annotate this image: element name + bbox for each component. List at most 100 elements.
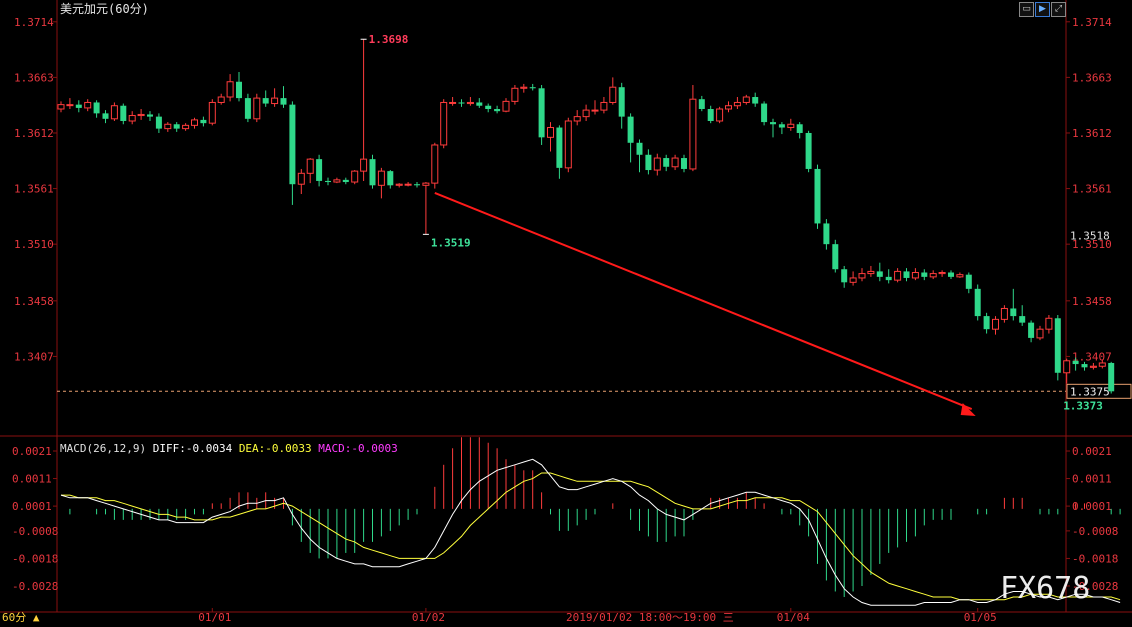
candle-body — [733, 101, 741, 107]
macd-tick-right: -0.0008 — [1072, 525, 1118, 538]
candle-body — [1036, 328, 1044, 339]
candle-body — [573, 116, 581, 122]
macd-tick-right: 0.0021 — [1072, 445, 1112, 458]
candle-body — [280, 98, 287, 105]
trend-arrow-head — [960, 403, 976, 417]
candle-body — [956, 274, 964, 278]
candle-body — [369, 159, 376, 186]
macd-header-part: DEA:-0.0033 — [239, 442, 318, 455]
candle-body — [1108, 362, 1115, 392]
candle-body — [832, 244, 839, 270]
candle-body — [752, 97, 759, 104]
candle-body — [1054, 318, 1061, 373]
end-low-annotation: 1.3373 — [1063, 399, 1103, 412]
candle-body — [262, 98, 269, 104]
candle-body — [618, 87, 625, 117]
candle-body — [164, 123, 172, 130]
candle-body — [1010, 308, 1017, 317]
candle-body — [582, 109, 590, 118]
macd-header-part: MACD:-0.0003 — [318, 442, 397, 455]
price-tick-left: 1.3612 — [14, 127, 54, 140]
expand-icon[interactable]: ⤢ — [1051, 2, 1066, 17]
chart-canvas: 美元加元(60分) 1.3714 1.3714 1.3663 1.3663 1.3612 1… — [0, 0, 1132, 624]
macd-tick-left: -0.0008 — [12, 525, 58, 538]
price-tick-left: 1.3663 — [14, 71, 54, 84]
watermark-logo: FX678 — [1000, 571, 1090, 606]
price-tick-right: 1.3714 — [1072, 16, 1112, 29]
candle-body — [911, 272, 919, 279]
candle-body — [57, 104, 65, 110]
x-tick-label: 01/02 — [412, 611, 445, 623]
macd-tick-right: 0.0011 — [1072, 473, 1112, 486]
box-icon[interactable]: ▭ — [1019, 2, 1034, 17]
candle-body — [681, 158, 687, 169]
candle-body — [1045, 317, 1053, 330]
candle-body — [761, 103, 768, 123]
candlestick-chart[interactable]: 美元加元(60分) 1.3714 1.3714 1.3663 1.3663 1.3612 1… — [0, 0, 1132, 624]
x-tick-label: 01/04 — [777, 611, 810, 623]
macd-header: MACD(26,12,9) DIFF:-0.0034 DEA:-0.0033 M… — [60, 442, 398, 455]
candle-body — [217, 96, 225, 103]
candle-body — [173, 124, 180, 129]
candle-body — [137, 113, 145, 117]
candle-body — [1072, 360, 1079, 365]
candle-body — [921, 272, 928, 277]
candle-body — [458, 102, 465, 104]
x-tick-label: 01/05 — [964, 611, 997, 623]
candle-body — [208, 101, 216, 124]
candle-body — [849, 277, 857, 283]
price-tick-left: 1.3561 — [14, 183, 54, 196]
candle-body — [796, 124, 803, 133]
candle-body — [333, 179, 341, 183]
candle-body — [867, 270, 875, 275]
candle-body — [120, 105, 127, 121]
candle-body — [511, 87, 519, 102]
period-label: 60分 ▲ — [2, 611, 40, 623]
low-annotation: 1.3519 — [431, 236, 471, 249]
candle-body — [1098, 362, 1106, 367]
candle-body — [110, 105, 118, 120]
candle-body — [342, 179, 349, 183]
candle-body — [502, 100, 510, 112]
price-tick-left: 1.3510 — [14, 238, 54, 251]
candle-body — [449, 101, 457, 104]
macd-tick-right: 0.0001 — [1072, 500, 1112, 513]
candle-body — [805, 132, 812, 169]
candle-body — [716, 108, 724, 122]
candle-body — [440, 101, 448, 146]
dea-line — [61, 472, 1121, 601]
macd-header-part: DIFF:-0.0034 — [153, 442, 239, 455]
candle-body — [823, 223, 830, 245]
candle-body — [591, 109, 599, 112]
macd-tick-left: 0.0021 — [12, 445, 52, 458]
play-icon[interactable]: ▶ — [1035, 2, 1050, 17]
candle-body — [297, 172, 305, 185]
candle-body — [609, 86, 617, 103]
candle-body — [387, 171, 394, 186]
candle-body — [974, 288, 981, 317]
candle-body — [876, 271, 883, 277]
candle-body — [600, 101, 608, 111]
candle-body — [556, 127, 563, 168]
candle-body — [707, 109, 714, 121]
candle-body — [689, 98, 697, 170]
chart-title: 美元加元(60分) — [60, 2, 149, 16]
candle-body — [938, 272, 946, 275]
candle-body — [289, 104, 296, 185]
macd-tick-left: 0.0011 — [12, 473, 52, 486]
candle-body — [1019, 316, 1026, 323]
macd-tick-left: 0.0001 — [12, 500, 52, 513]
candle-body — [778, 124, 785, 128]
candle-body — [1063, 360, 1071, 374]
price-tick-right: 1.3561 — [1072, 183, 1112, 196]
candle-body — [351, 170, 359, 183]
candle-body — [636, 142, 643, 155]
candle-body — [147, 114, 153, 117]
candle-body — [236, 81, 242, 99]
candle-body — [244, 98, 251, 119]
candle-body — [155, 116, 162, 129]
candle-body — [404, 183, 412, 186]
candle-body — [1028, 322, 1035, 338]
candle-body — [316, 159, 323, 181]
candle-body — [431, 144, 439, 184]
